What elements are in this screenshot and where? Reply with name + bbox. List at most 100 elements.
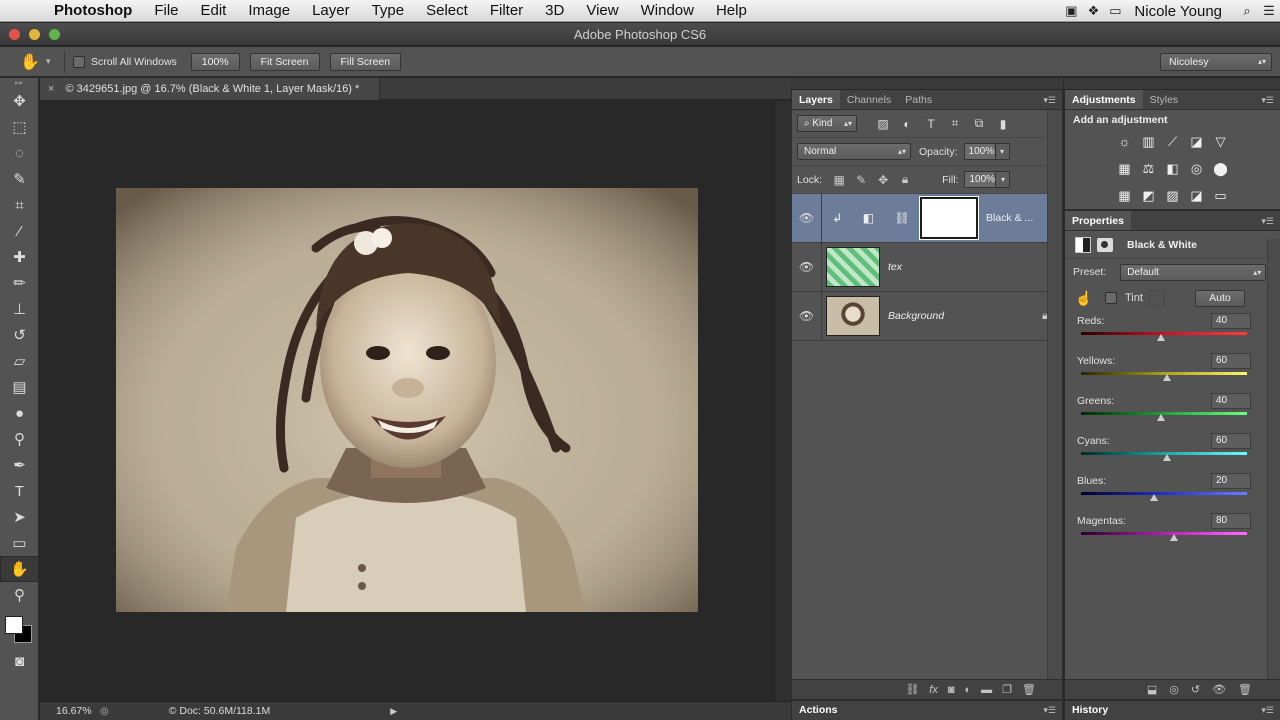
scroll-all-windows-checkbox[interactable]: Scroll All Windows: [73, 55, 177, 68]
clip-to-layer-icon[interactable]: ⬓: [1147, 683, 1157, 696]
eyedropper-tool-icon[interactable]: ⁄: [0, 218, 39, 244]
canvas-vertical-scrollbar[interactable]: [774, 101, 791, 701]
black-white-icon[interactable]: ◧: [1161, 157, 1185, 181]
slider-value-field[interactable]: 20: [1211, 473, 1251, 489]
layer-name[interactable]: Background: [888, 310, 944, 322]
mask-link-icon[interactable]: ⛓: [895, 211, 910, 225]
eraser-tool-icon[interactable]: ▱: [0, 348, 39, 374]
color-swatches[interactable]: [0, 608, 38, 648]
blend-mode-select[interactable]: Normal ▴▾: [797, 143, 911, 160]
layer-name[interactable]: tex: [888, 261, 902, 273]
workspace-select[interactable]: Nicolesy ▴▾: [1160, 53, 1272, 71]
layers-scrollbar[interactable]: [1047, 110, 1062, 679]
status-expand-triangle-icon[interactable]: ▶: [390, 706, 397, 717]
tab-adjustments[interactable]: Adjustments: [1065, 90, 1143, 109]
slider-thumb[interactable]: [1150, 494, 1159, 501]
menu-view[interactable]: View: [575, 2, 629, 19]
color-lookup-icon[interactable]: ▦: [1113, 184, 1137, 208]
gradient-map-icon[interactable]: ▭: [1209, 184, 1233, 208]
hand-tool-icon[interactable]: ✋: [20, 52, 46, 72]
actions-panel-menu-icon[interactable]: ▾☰: [1043, 701, 1056, 720]
brightness-contrast-icon[interactable]: ☼: [1113, 130, 1137, 154]
tab-properties[interactable]: Properties: [1065, 211, 1131, 230]
slider-value-field[interactable]: 60: [1211, 353, 1251, 369]
preset-select[interactable]: Default ▴▾: [1120, 263, 1267, 281]
slider-track[interactable]: [1081, 532, 1247, 535]
tab-layers[interactable]: Layers: [792, 90, 840, 109]
visibility-eye-icon[interactable]: 👁︎: [792, 291, 822, 341]
add-layer-style-icon[interactable]: fx: [929, 684, 938, 696]
tab-paths[interactable]: Paths: [898, 90, 939, 109]
lock-transparent-icon[interactable]: ▦: [828, 173, 850, 187]
document-image[interactable]: [116, 188, 698, 612]
filter-type-icon[interactable]: T: [919, 117, 943, 131]
toolbox-collapse-icon[interactable]: ▸▸: [0, 78, 38, 88]
move-tool-icon[interactable]: ✥: [0, 88, 39, 114]
link-layers-icon[interactable]: ⛓: [905, 683, 919, 696]
layer-name[interactable]: Black & ...: [986, 212, 1033, 224]
brush-tool-icon[interactable]: ✏: [0, 270, 39, 296]
invert-icon[interactable]: ◩: [1137, 184, 1161, 208]
stamp-tool-icon[interactable]: ⊥: [0, 296, 39, 322]
menu-help[interactable]: Help: [705, 2, 758, 19]
close-document-icon[interactable]: ×: [48, 83, 54, 95]
document-tab[interactable]: × © 3429651.jpg @ 16.7% (Black & White 1…: [40, 78, 380, 100]
blur-tool-icon[interactable]: ●: [0, 400, 39, 426]
type-tool-icon[interactable]: T: [0, 478, 39, 504]
new-group-icon[interactable]: ▬: [981, 684, 992, 696]
toggle-visibility-eye-icon[interactable]: 👁︎: [1212, 683, 1226, 696]
tool-preset-chevron-down-icon[interactable]: ▾: [46, 56, 60, 67]
black-white-adjustment-icon[interactable]: ◧: [863, 211, 874, 225]
history-panel-menu-icon[interactable]: ▾☰: [1261, 701, 1274, 720]
menu-layer[interactable]: Layer: [301, 2, 361, 19]
menu-window[interactable]: Window: [630, 2, 705, 19]
close-window-button[interactable]: [9, 29, 20, 40]
fit-screen-button[interactable]: Fit Screen: [249, 52, 320, 71]
slider-value-field[interactable]: 60: [1211, 433, 1251, 449]
actions-panel-title[interactable]: Actions: [799, 704, 838, 716]
menu-select[interactable]: Select: [415, 2, 479, 19]
lasso-tool-icon[interactable]: ◌: [0, 140, 39, 166]
slider-value-field[interactable]: 40: [1211, 393, 1251, 409]
display-icon[interactable]: ▭: [1104, 3, 1126, 19]
history-panel-bar[interactable]: History ▾☰: [1065, 700, 1280, 720]
history-brush-tool-icon[interactable]: ↺: [0, 322, 39, 348]
adjustments-panel-menu-icon[interactable]: ▾☰: [1261, 90, 1280, 109]
minimize-window-button[interactable]: [29, 29, 40, 40]
layers-dock-collapse-strip[interactable]: [791, 78, 1063, 90]
curves-icon[interactable]: ⟋: [1161, 130, 1185, 154]
tab-styles[interactable]: Styles: [1143, 90, 1186, 109]
opacity-dropdown-icon[interactable]: ▾: [995, 143, 1010, 160]
color-balance-icon[interactable]: ⚖: [1137, 157, 1161, 181]
opacity-field[interactable]: 100%: [963, 143, 996, 160]
filter-shape-icon[interactable]: ⌗: [943, 116, 967, 131]
menu-app-photoshop[interactable]: Photoshop: [40, 2, 143, 19]
tint-checkbox[interactable]: Tint: [1105, 292, 1143, 304]
visibility-eye-icon[interactable]: 👁︎: [792, 242, 822, 292]
user-name[interactable]: Nicole Young: [1126, 3, 1236, 20]
menu-3d[interactable]: 3D: [534, 2, 575, 19]
hand-tool-icon[interactable]: ✋: [0, 556, 39, 582]
actions-panel-bar[interactable]: Actions ▾☰: [792, 700, 1062, 720]
slider-thumb[interactable]: [1163, 454, 1172, 461]
filter-toggle-icon[interactable]: ▮: [991, 117, 1015, 131]
slider-value-field[interactable]: 40: [1211, 313, 1251, 329]
new-layer-icon[interactable]: ❐: [1002, 683, 1012, 696]
layer-row-tex[interactable]: 👁︎ tex: [792, 242, 1062, 292]
new-fill-adjustment-icon[interactable]: ◐: [965, 684, 972, 696]
slider-thumb[interactable]: [1163, 374, 1172, 381]
hue-saturation-icon[interactable]: ▦: [1113, 157, 1137, 181]
menu-filter[interactable]: Filter: [479, 2, 534, 19]
lock-image-icon[interactable]: ✎: [850, 173, 872, 187]
targeted-adjustment-hand-icon[interactable]: ☝: [1075, 290, 1105, 307]
checkbox-box[interactable]: [73, 55, 85, 68]
path-select-tool-icon[interactable]: ➤: [0, 504, 39, 530]
fill-dropdown-icon[interactable]: ▾: [996, 171, 1011, 188]
filter-smart-object-icon[interactable]: ⧉: [967, 116, 991, 131]
canvas-area[interactable]: [40, 101, 774, 701]
spotlight-search-icon[interactable]: ⌕: [1236, 3, 1258, 19]
tab-channels[interactable]: Channels: [840, 90, 898, 109]
add-layer-mask-icon[interactable]: ◙: [948, 684, 955, 696]
properties-panel-menu-icon[interactable]: ▾☰: [1261, 211, 1280, 230]
mask-properties-icon[interactable]: [1097, 237, 1113, 252]
